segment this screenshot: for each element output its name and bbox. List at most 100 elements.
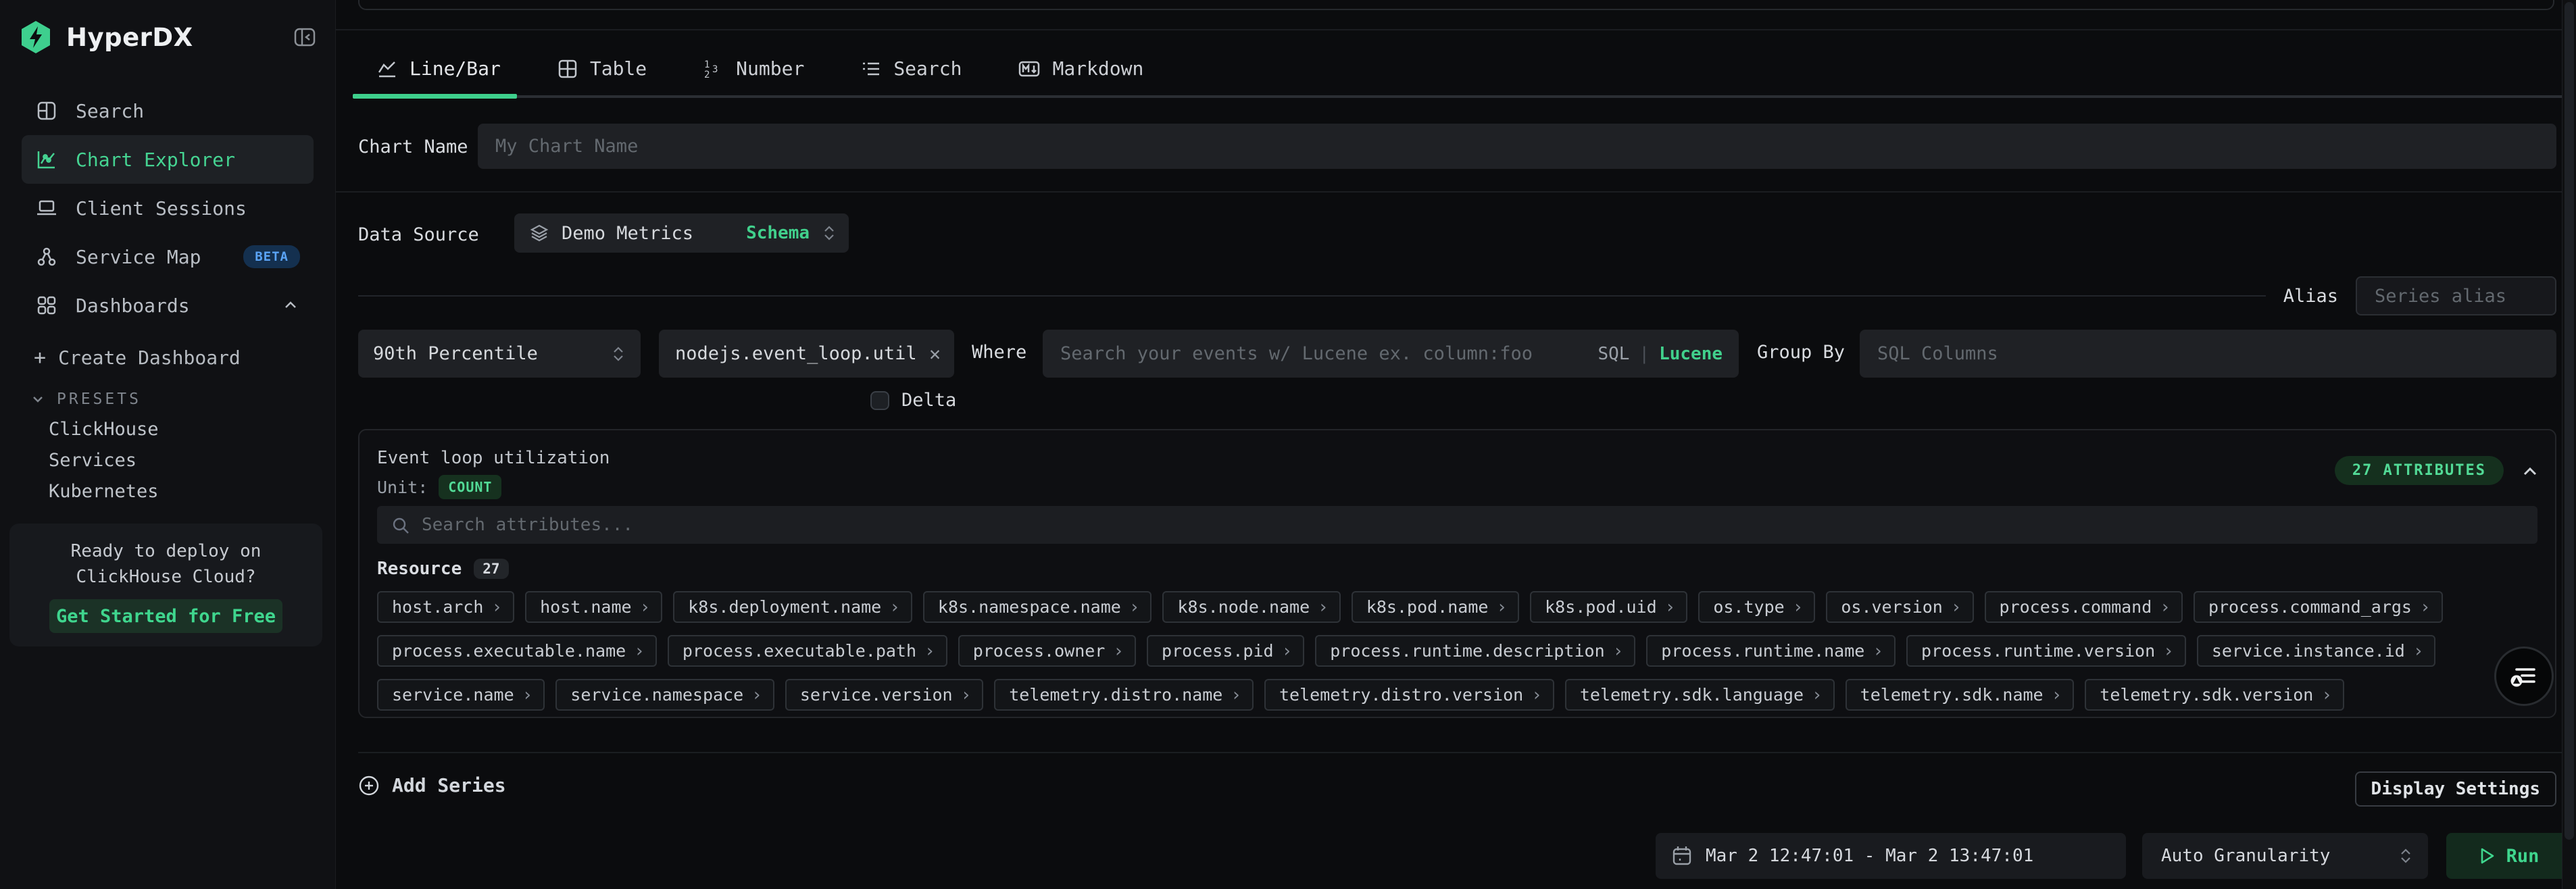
attribute-chip[interactable]: os.version › <box>1826 591 1973 623</box>
select-caret-icon <box>611 344 626 364</box>
chevron-right-icon: › <box>1496 597 1507 617</box>
sidebar: HyperDX Search Cha <box>0 0 336 889</box>
attribute-chip[interactable]: service.name › <box>377 679 545 711</box>
attribute-chip[interactable]: host.arch › <box>377 591 514 623</box>
scrollbar-thumb[interactable] <box>2565 2 2574 840</box>
resource-group-label: Resource <box>377 559 462 579</box>
collapse-sidebar-icon[interactable] <box>293 26 316 49</box>
metric-chip[interactable]: nodejs.event_loop.util ✕ <box>659 330 954 378</box>
sidebar-item-label: Service Map <box>76 246 201 268</box>
sidebar-item-label: Chart Explorer <box>76 149 235 171</box>
lucene-toggle[interactable]: Lucene <box>1659 344 1723 364</box>
sidebar-item-service-map[interactable]: Service Map BETA <box>22 232 314 281</box>
attribute-search-input[interactable] <box>377 506 2537 544</box>
attribute-chip[interactable]: process.pid › <box>1147 635 1304 667</box>
chevron-right-icon: › <box>1129 597 1140 617</box>
tab-search[interactable]: Search <box>861 57 962 80</box>
tab-markdown[interactable]: Markdown <box>1018 57 1143 80</box>
alias-input[interactable] <box>2356 276 2556 315</box>
attribute-chip[interactable]: k8s.pod.uid › <box>1530 591 1687 623</box>
attribute-chip[interactable]: host.name › <box>525 591 662 623</box>
top-panel-edge <box>358 0 2554 10</box>
attribute-chip[interactable]: process.command › <box>1985 591 2183 623</box>
group-by-input[interactable] <box>1860 330 2556 378</box>
attribute-chip-label: telemetry.sdk.language <box>1580 685 1804 705</box>
list-icon <box>861 59 881 79</box>
data-source-select[interactable]: Demo Metrics Schema <box>514 213 849 253</box>
attribute-chip[interactable]: process.runtime.name › <box>1646 635 1896 667</box>
attribute-chip[interactable]: service.version › <box>785 679 983 711</box>
time-range-picker[interactable]: Mar 2 12:47:01 - Mar 2 13:47:01 <box>1656 833 2126 879</box>
preset-item[interactable]: ClickHouse <box>49 413 322 444</box>
attribute-chip[interactable]: process.runtime.version › <box>1906 635 2186 667</box>
attribute-chip[interactable]: service.instance.id › <box>2197 635 2436 667</box>
schema-link[interactable]: Schema <box>746 223 810 243</box>
attribute-chip[interactable]: telemetry.sdk.name › <box>1846 679 2075 711</box>
get-started-button[interactable]: Get Started for Free <box>49 599 282 633</box>
tab-table[interactable]: Table <box>558 57 647 80</box>
number-icon: 123 <box>703 59 724 79</box>
chevron-right-icon: › <box>1951 597 1962 617</box>
attribute-chip[interactable]: telemetry.sdk.version › <box>2085 679 2344 711</box>
chevron-right-icon: › <box>1318 597 1329 617</box>
sidebar-item-label: Client Sessions <box>76 197 247 220</box>
attribute-chip[interactable]: telemetry.distro.version › <box>1264 679 1554 711</box>
run-button[interactable]: Run <box>2446 833 2571 879</box>
unit-badge: COUNT <box>439 475 501 499</box>
sidebar-item-client-sessions[interactable]: Client Sessions <box>22 184 314 232</box>
metric-description: Event loop utilization <box>377 448 610 468</box>
attribute-chip[interactable]: telemetry.distro.name › <box>994 679 1254 711</box>
attribute-chip[interactable]: process.executable.name › <box>377 635 657 667</box>
sidebar-item-chart-explorer[interactable]: Chart Explorer <box>22 135 314 184</box>
add-series-button[interactable]: Add Series <box>358 774 506 796</box>
markdown-icon <box>1018 59 1040 79</box>
close-icon[interactable]: ✕ <box>929 342 941 365</box>
attribute-chip[interactable]: telemetry.sdk.language › <box>1565 679 1835 711</box>
granularity-value: Auto Granularity <box>2161 846 2330 866</box>
attribute-chip[interactable]: process.owner › <box>958 635 1136 667</box>
tab-line-bar[interactable]: Line/Bar <box>377 57 501 80</box>
preset-item-label: Services <box>49 450 137 471</box>
attribute-chip-label: process.command <box>2000 597 2152 617</box>
tab-label: Number <box>736 57 804 80</box>
attribute-chip[interactable]: os.type › <box>1698 591 1815 623</box>
attribute-chip[interactable]: process.runtime.description › <box>1315 635 1635 667</box>
svg-text:2: 2 <box>704 70 710 79</box>
scrollbar[interactable] <box>2562 0 2576 889</box>
tab-label: Line/Bar <box>410 57 501 80</box>
attribute-chip-label: host.name <box>540 597 631 617</box>
attribute-chip-label: process.runtime.version <box>1921 641 2155 661</box>
create-dashboard-button[interactable]: + Create Dashboard <box>34 346 241 370</box>
create-dashboard-label: Create Dashboard <box>58 347 241 369</box>
attribute-chip[interactable]: k8s.namespace.name › <box>923 591 1152 623</box>
chevron-right-icon: › <box>1113 641 1124 661</box>
sidebar-item-dashboards[interactable]: Dashboards <box>22 281 314 330</box>
chevron-right-icon: › <box>2420 597 2431 617</box>
dashboards-icon <box>35 295 58 316</box>
attribute-chip[interactable]: k8s.pod.name › <box>1352 591 1519 623</box>
attribute-chip[interactable]: k8s.deployment.name › <box>673 591 912 623</box>
tab-number[interactable]: 123 Number <box>703 57 804 80</box>
attribute-chip[interactable]: k8s.node.name › <box>1162 591 1340 623</box>
chart-name-input[interactable] <box>478 124 2556 169</box>
chevron-right-icon: › <box>889 597 900 617</box>
chevron-right-icon: › <box>1793 597 1804 617</box>
promo-card: Ready to deploy on ClickHouse Cloud? Get… <box>9 524 322 646</box>
chevron-right-icon: › <box>1665 597 1676 617</box>
chevron-up-icon[interactable] <box>2519 460 2542 483</box>
attribute-chip[interactable]: process.command_args › <box>2194 591 2443 623</box>
service-map-icon <box>35 246 58 268</box>
attribute-chip[interactable]: process.executable.path › <box>668 635 947 667</box>
floating-action-button[interactable] <box>2494 646 2554 706</box>
sql-toggle[interactable]: SQL <box>1597 344 1629 364</box>
chevron-right-icon: › <box>634 641 645 661</box>
preset-item[interactable]: Services <box>49 444 322 476</box>
delta-checkbox[interactable] <box>870 391 889 410</box>
display-settings-button[interactable]: Display Settings <box>2355 771 2556 807</box>
sidebar-item-search[interactable]: Search <box>22 86 314 135</box>
aggregation-select[interactable]: 90th Percentile <box>358 330 641 378</box>
preset-item[interactable]: Kubernetes <box>49 476 322 507</box>
attribute-chip[interactable]: service.namespace › <box>555 679 774 711</box>
presets-toggle[interactable]: PRESETS <box>30 390 141 408</box>
granularity-select[interactable]: Auto Granularity <box>2142 833 2428 879</box>
